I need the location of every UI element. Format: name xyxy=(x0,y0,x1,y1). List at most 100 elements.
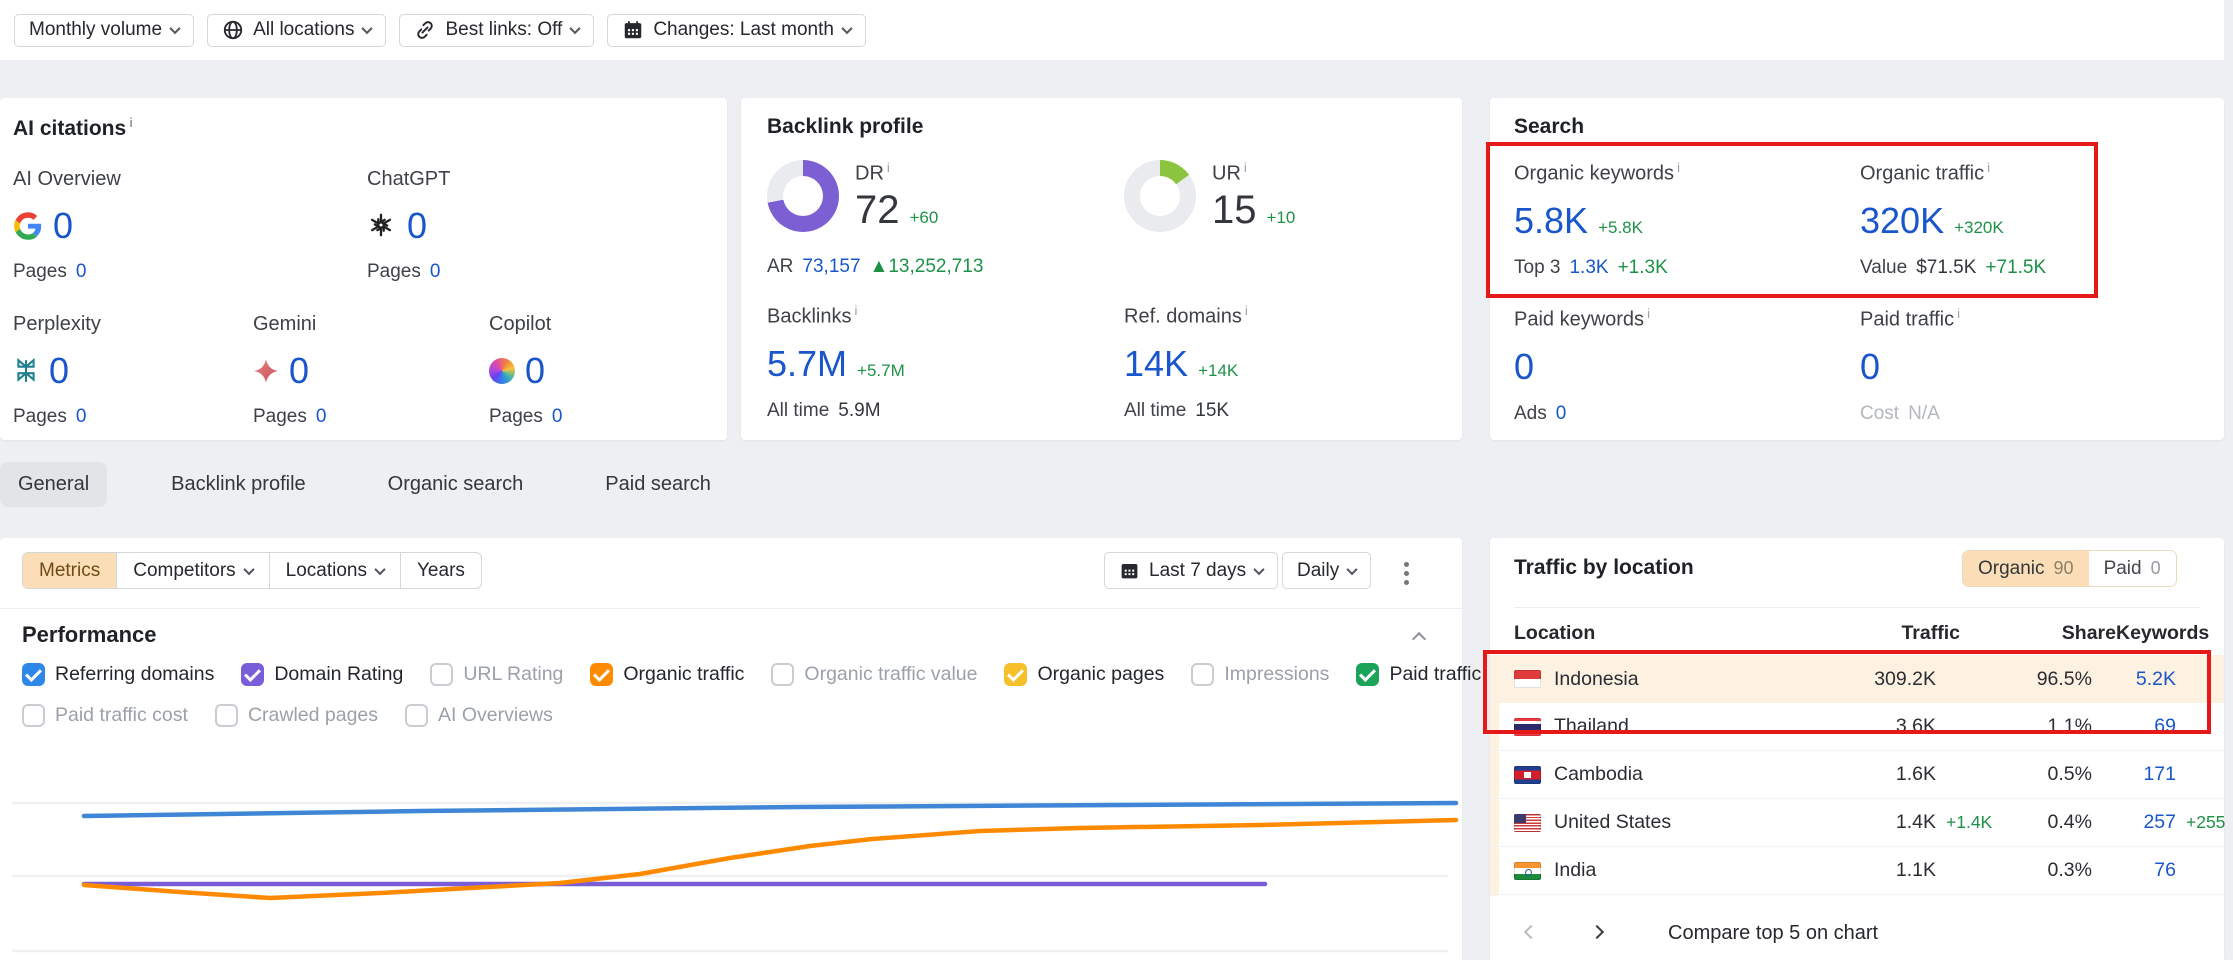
segment-locations[interactable]: Locations xyxy=(269,553,400,588)
alltime-label: All time xyxy=(767,400,829,422)
engine-count-link[interactable]: 0 xyxy=(407,205,427,247)
filter-best-links[interactable]: Best links: Off xyxy=(399,14,594,47)
pages-count-link[interactable]: 0 xyxy=(76,261,87,283)
table-row-india[interactable]: India 1.1K 0.3% 76 xyxy=(1490,847,2224,895)
location-name: Cambodia xyxy=(1554,763,1643,786)
checkbox-domain-rating[interactable]: Domain Rating xyxy=(241,663,403,686)
ads-value-link[interactable]: 0 xyxy=(1556,403,1567,425)
col-keywords[interactable]: Keywords xyxy=(2116,622,2200,645)
calendar-icon xyxy=(1119,560,1140,581)
tab-organic-search[interactable]: Organic search xyxy=(370,462,542,507)
checkbox-crawled-pages[interactable]: Crawled pages xyxy=(215,704,378,727)
checkbox-organic-pages[interactable]: Organic pages xyxy=(1004,663,1164,686)
info-icon[interactable]: i xyxy=(1244,160,1247,175)
info-icon[interactable]: i xyxy=(887,160,890,175)
dr-value[interactable]: 72 xyxy=(855,188,900,233)
info-icon[interactable]: i xyxy=(854,303,857,318)
organic-keywords-metric: Organic keywordsi 5.8K+5.8K Top 31.3K+1.… xyxy=(1514,160,1680,279)
paid-traffic-label: Paid traffic xyxy=(1860,309,1954,331)
tab-general[interactable]: General xyxy=(0,462,107,507)
table-row-indonesia[interactable]: Indonesia 309.2K 96.5% 5.2K xyxy=(1490,655,2224,703)
keywords-link[interactable]: 5.2K xyxy=(2092,668,2176,691)
col-location[interactable]: Location xyxy=(1514,622,1844,645)
backlink-profile-title: Backlink profile xyxy=(767,115,923,139)
pages-count-link[interactable]: 0 xyxy=(316,406,327,428)
checkbox-url-rating[interactable]: URL Rating xyxy=(430,663,563,686)
segment-metrics[interactable]: Metrics xyxy=(23,553,116,588)
filter-locations[interactable]: All locations xyxy=(207,14,386,47)
pages-count-link[interactable]: 0 xyxy=(76,406,87,428)
keywords-link[interactable]: 257 xyxy=(2092,811,2176,834)
pages-count-link[interactable]: 0 xyxy=(552,406,563,428)
checkbox-organic-traffic-value[interactable]: Organic traffic value xyxy=(771,663,977,686)
date-range-button[interactable]: Last 7 days xyxy=(1104,552,1278,589)
segment-years[interactable]: Years xyxy=(400,553,481,588)
share-value: 0.5% xyxy=(2002,763,2092,786)
engine-count-link[interactable]: 0 xyxy=(49,350,69,392)
engine-count-link[interactable]: 0 xyxy=(53,205,73,247)
tab-backlink-profile[interactable]: Backlink profile xyxy=(153,462,324,507)
filter-monthly-volume[interactable]: Monthly volume xyxy=(14,14,194,47)
performance-line-chart[interactable] xyxy=(0,750,1462,960)
table-row-united-states[interactable]: United States 1.4K +1.4K 0.4% 257 +255 xyxy=(1490,799,2224,847)
keywords-link[interactable]: 69 xyxy=(2092,715,2176,738)
toggle-paid[interactable]: Paid0 xyxy=(2089,551,2176,586)
ur-value[interactable]: 15 xyxy=(1212,188,1257,233)
toggle-organic[interactable]: Organic90 xyxy=(1963,551,2089,586)
chevron-down-icon xyxy=(570,23,581,34)
organic-traffic-metric: Organic traffici 320K+320K Value$71.5K+7… xyxy=(1860,160,2046,279)
cambodia-flag-icon xyxy=(1514,766,1541,784)
ads-label: Ads xyxy=(1514,403,1547,425)
paid-traffic-value-link[interactable]: 0 xyxy=(1860,346,1880,388)
engine-count-link[interactable]: 0 xyxy=(289,350,309,392)
dr-donut-chart xyxy=(767,160,839,232)
next-page-icon[interactable] xyxy=(1584,916,1610,950)
info-icon[interactable]: i xyxy=(1245,303,1248,318)
organic-traffic-label: Organic traffic xyxy=(1860,163,1984,185)
ref-domains-value-link[interactable]: 14K xyxy=(1124,343,1188,385)
ur-label: UR xyxy=(1212,163,1241,185)
table-row-thailand[interactable]: Thailand 3.6K 1.1% 69 xyxy=(1490,703,2224,751)
organic-traffic-value-link[interactable]: 320K xyxy=(1860,200,1944,242)
checkbox-impressions[interactable]: Impressions xyxy=(1191,663,1329,686)
checkbox-ai-overviews[interactable]: AI Overviews xyxy=(405,704,553,727)
ur-metric: URi 15+10 xyxy=(1124,160,1295,233)
keywords-link[interactable]: 76 xyxy=(2092,859,2176,882)
info-icon[interactable]: i xyxy=(1677,160,1680,175)
filter-changes[interactable]: Changes: Last month xyxy=(607,14,866,47)
info-icon[interactable]: i xyxy=(1987,160,1990,175)
traffic-value: $71.5K xyxy=(1916,257,1976,279)
top3-value-link[interactable]: 1.3K xyxy=(1569,257,1608,279)
checkbox-organic-traffic[interactable]: Organic traffic xyxy=(590,663,744,686)
ar-value-link[interactable]: 73,157 xyxy=(802,256,860,278)
location-pager: Compare top 5 on chart xyxy=(1518,916,1878,950)
checkbox-referring-domains[interactable]: Referring domains xyxy=(22,663,214,686)
pages-count-link[interactable]: 0 xyxy=(430,261,441,283)
granularity-button[interactable]: Daily xyxy=(1282,552,1371,589)
col-traffic[interactable]: Traffic xyxy=(1844,622,1960,645)
engine-count-link[interactable]: 0 xyxy=(525,350,545,392)
engine-label: ChatGPT xyxy=(367,168,450,191)
paid-keywords-value-link[interactable]: 0 xyxy=(1514,346,1534,388)
info-icon[interactable]: i xyxy=(1647,306,1650,321)
location-name: Indonesia xyxy=(1554,668,1639,691)
granularity-label: Daily xyxy=(1297,560,1339,582)
segment-competitors[interactable]: Competitors xyxy=(116,553,268,588)
checkbox-paid-traffic-cost[interactable]: Paid traffic cost xyxy=(22,704,188,727)
info-icon[interactable]: i xyxy=(129,115,133,130)
tab-paid-search[interactable]: Paid search xyxy=(587,462,729,507)
cost-label: Cost xyxy=(1860,403,1899,425)
checkbox-paid-traffic[interactable]: Paid traffic xyxy=(1356,663,1481,686)
chevron-down-icon xyxy=(1347,563,1358,574)
keywords-link[interactable]: 171 xyxy=(2092,763,2176,786)
info-icon[interactable]: i xyxy=(1957,306,1960,321)
previous-page-icon[interactable] xyxy=(1518,916,1544,950)
backlinks-value-link[interactable]: 5.7M xyxy=(767,343,847,385)
more-options-icon[interactable] xyxy=(1398,556,1415,591)
traffic-value: 3.6K xyxy=(1820,715,1936,738)
ai-engine-copilot: Copilot 0 Pages0 xyxy=(489,313,562,428)
organic-keywords-value-link[interactable]: 5.8K xyxy=(1514,200,1588,242)
table-row-cambodia[interactable]: Cambodia 1.6K 0.5% 171 xyxy=(1490,751,2224,799)
search-title: Search xyxy=(1514,115,1584,139)
col-share[interactable]: Share xyxy=(2026,622,2116,645)
